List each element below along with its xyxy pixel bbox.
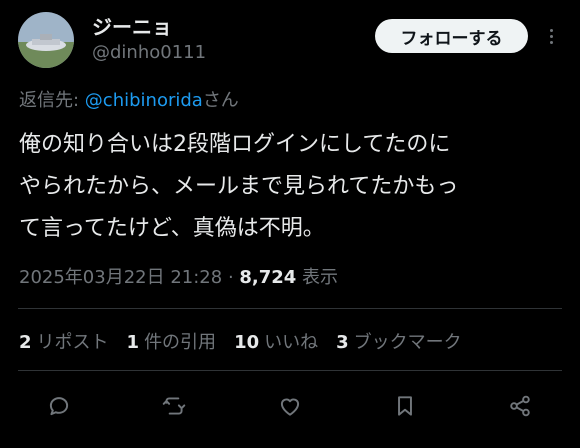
tweet-meta: 2025年03月22日 21:28 · 8,724 表示 — [19, 263, 338, 289]
quotes-label: 件の引用 — [144, 332, 217, 353]
like-icon[interactable] — [270, 386, 310, 426]
reposts-stat[interactable]: 2 リポスト — [19, 328, 109, 354]
reply-icon[interactable] — [39, 386, 79, 426]
reply-to: 返信先: @chibinoridaさん — [19, 86, 239, 112]
display-name[interactable]: ジーニョ — [92, 11, 172, 40]
tweet-text: 俺の知り合いは2段階ログインにしてたのに やられたから、メールまで見られてたかも… — [19, 124, 564, 250]
reply-to-suffix: さん — [202, 90, 239, 111]
tweet-line: 俺の知り合いは2段階ログインにしてたのに — [19, 132, 451, 157]
quotes-count: 1 — [126, 332, 140, 353]
divider — [18, 370, 562, 371]
engagement-stats: 2 リポスト 1 件の引用 10 いいね 3 ブックマーク — [19, 328, 462, 354]
follow-button[interactable]: フォローする — [375, 19, 528, 53]
views-label: 表示 — [296, 267, 339, 288]
avatar-image — [18, 12, 74, 68]
bookmark-icon[interactable] — [385, 386, 425, 426]
tweet-line: て言ってたけど、真偽は不明。 — [19, 216, 325, 241]
user-handle[interactable]: @dinho0111 — [92, 42, 206, 63]
repost-icon[interactable] — [154, 386, 194, 426]
meta-separator: · — [222, 267, 240, 288]
more-vertical-icon[interactable] — [541, 22, 561, 50]
reposts-count: 2 — [19, 332, 32, 353]
bookmarks-stat[interactable]: 3 ブックマーク — [336, 328, 462, 354]
tweet-line: やられたから、メールまで見られてたかもっ — [19, 174, 459, 199]
quotes-stat[interactable]: 1 件の引用 — [127, 328, 217, 354]
action-bar — [0, 386, 580, 426]
likes-stat[interactable]: 10 いいね — [234, 328, 318, 354]
views-count: 8,724 — [239, 267, 297, 288]
divider — [18, 308, 562, 309]
bookmarks-label: ブックマーク — [353, 332, 462, 353]
timestamp[interactable]: 2025年03月22日 21:28 — [19, 267, 222, 288]
bookmarks-count: 3 — [336, 332, 349, 353]
avatar[interactable] — [18, 12, 74, 68]
likes-label: いいね — [264, 332, 319, 353]
reply-to-mention[interactable]: @chibinorida — [85, 90, 203, 111]
reposts-label: リポスト — [36, 332, 109, 353]
reply-to-prefix: 返信先: — [19, 90, 85, 111]
share-icon[interactable] — [500, 386, 540, 426]
likes-count: 10 — [234, 332, 260, 353]
